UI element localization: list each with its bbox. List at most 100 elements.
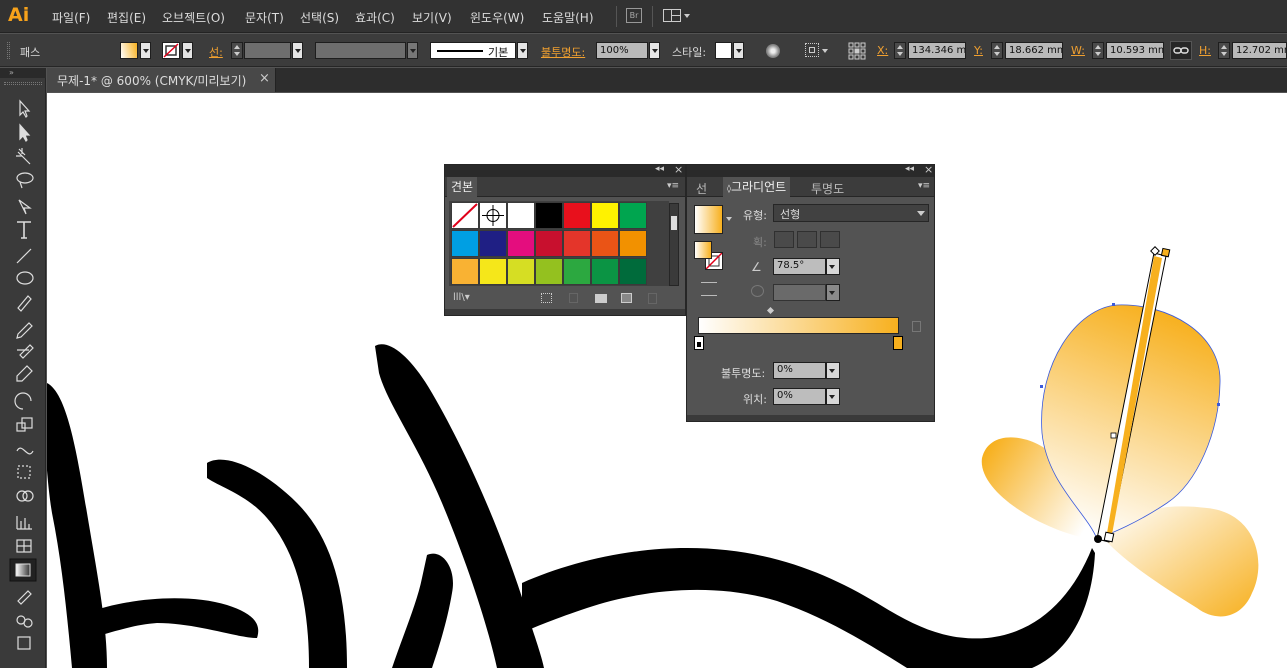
color-stop-end[interactable] bbox=[893, 336, 903, 350]
bridge-icon[interactable]: Br bbox=[626, 8, 642, 23]
swatch-green[interactable] bbox=[619, 202, 647, 229]
width-field[interactable]: 10.593 mm bbox=[1106, 42, 1164, 59]
width-icon[interactable] bbox=[14, 440, 36, 460]
fill-stroke-swatches[interactable] bbox=[694, 241, 726, 273]
close-icon[interactable]: × bbox=[259, 71, 270, 86]
constrain-proportions-icon[interactable] bbox=[1170, 41, 1192, 60]
align-to-selection-icon[interactable] bbox=[805, 43, 819, 57]
swatch-cyan[interactable] bbox=[451, 230, 479, 257]
x-label[interactable]: X: bbox=[877, 44, 888, 57]
gradient-slider[interactable] bbox=[698, 317, 899, 334]
style-swatch[interactable] bbox=[715, 42, 732, 59]
stroke-weight-spinner[interactable] bbox=[231, 42, 243, 59]
y-label[interactable]: Y: bbox=[974, 44, 983, 57]
tab-transparency[interactable]: 투명도 bbox=[811, 180, 844, 197]
fill-swatch[interactable] bbox=[120, 42, 138, 59]
distribute-icon[interactable] bbox=[701, 282, 717, 296]
stop-opacity-field[interactable]: 0% bbox=[773, 362, 826, 379]
x-field[interactable]: 134.346 mm bbox=[908, 42, 966, 59]
opacity-field[interactable]: 100% bbox=[596, 42, 648, 59]
ellipse-icon[interactable] bbox=[14, 268, 36, 288]
midpoint-diamond-icon[interactable] bbox=[766, 306, 775, 315]
blob-brush-icon[interactable] bbox=[14, 344, 36, 364]
direct-selection-icon[interactable] bbox=[14, 122, 36, 142]
blend-icon[interactable] bbox=[14, 612, 36, 632]
paintbrush-icon[interactable] bbox=[14, 294, 36, 314]
scale-icon[interactable] bbox=[14, 416, 36, 436]
opacity-dropdown[interactable] bbox=[649, 42, 660, 59]
chevron-down-icon[interactable] bbox=[684, 14, 690, 18]
x-spinner[interactable] bbox=[894, 42, 906, 59]
new-color-group-icon[interactable] bbox=[595, 294, 607, 303]
type-icon[interactable] bbox=[14, 220, 36, 240]
gradient-type-select[interactable]: 선형 bbox=[773, 204, 929, 222]
swatch-yellow[interactable] bbox=[591, 202, 619, 229]
panel-menu-icon[interactable]: ▾≡ bbox=[667, 181, 679, 191]
swatch-yellow-green[interactable] bbox=[535, 258, 563, 285]
magic-wand-icon[interactable] bbox=[14, 146, 36, 166]
stroke-weight-field[interactable] bbox=[244, 42, 291, 59]
variable-width-profile[interactable] bbox=[315, 42, 406, 59]
symbol-sprayer-icon[interactable] bbox=[14, 634, 36, 654]
swatch-dark-green[interactable] bbox=[619, 258, 647, 285]
stroke-none-swatch[interactable] bbox=[162, 42, 180, 59]
pen-icon[interactable] bbox=[14, 196, 36, 216]
swatch-white[interactable] bbox=[507, 202, 535, 229]
swatch-lime[interactable] bbox=[507, 258, 535, 285]
stop-location-field[interactable]: 0% bbox=[773, 388, 826, 405]
menu-object[interactable]: 오브젝트(O) bbox=[162, 9, 225, 26]
collapse-icon[interactable]: ◂◂ bbox=[905, 164, 914, 174]
menu-edit[interactable]: 편집(E) bbox=[107, 9, 146, 26]
tab-swatches[interactable]: 견본 bbox=[447, 177, 478, 197]
gradient-preview-swatch[interactable] bbox=[694, 205, 723, 234]
swatch-libraries-icon[interactable]: lll\▾ bbox=[453, 292, 470, 303]
stroke-within-button[interactable] bbox=[774, 231, 794, 248]
swatch-crimson[interactable] bbox=[535, 230, 563, 257]
swatch-grass[interactable] bbox=[563, 258, 591, 285]
selection-icon[interactable] bbox=[14, 98, 36, 118]
swatch-registration[interactable] bbox=[479, 202, 507, 229]
swatch-magenta[interactable] bbox=[507, 230, 535, 257]
new-swatch-icon[interactable] bbox=[621, 293, 632, 303]
tab-gradient[interactable]: ◊그라디언트 bbox=[723, 177, 791, 197]
opacity-label[interactable]: 불투명도: bbox=[541, 44, 585, 60]
y-spinner[interactable] bbox=[991, 42, 1003, 59]
stroke-dropdown[interactable] bbox=[182, 42, 193, 59]
stop-location-dropdown[interactable] bbox=[826, 388, 840, 405]
arrange-documents-icon[interactable] bbox=[663, 9, 681, 22]
angle-field[interactable]: 78.5° bbox=[773, 258, 826, 275]
swatch-none[interactable] bbox=[451, 202, 479, 229]
menu-help[interactable]: 도움말(H) bbox=[542, 9, 594, 26]
swatch-black[interactable] bbox=[535, 202, 563, 229]
chevron-down-icon[interactable] bbox=[822, 49, 828, 53]
menu-window[interactable]: 윈도우(W) bbox=[470, 9, 524, 26]
show-swatch-kinds-icon[interactable] bbox=[541, 293, 552, 303]
collapse-icon[interactable]: ◂◂ bbox=[655, 164, 664, 174]
free-transform-icon[interactable] bbox=[14, 464, 36, 484]
swatch-navy[interactable] bbox=[479, 230, 507, 257]
graph-icon[interactable] bbox=[14, 512, 36, 532]
eyedropper-icon[interactable] bbox=[14, 588, 36, 608]
mesh-icon[interactable] bbox=[14, 536, 36, 556]
close-icon[interactable]: × bbox=[674, 163, 683, 176]
color-stop-start[interactable] bbox=[694, 336, 704, 350]
stop-opacity-dropdown[interactable] bbox=[826, 362, 840, 379]
menu-effect[interactable]: 효과(C) bbox=[355, 9, 395, 26]
swatch-options-icon[interactable] bbox=[569, 293, 578, 303]
menu-view[interactable]: 보기(V) bbox=[412, 9, 452, 26]
stroke-label[interactable]: 선: bbox=[209, 44, 223, 60]
rotate-icon[interactable] bbox=[14, 392, 36, 412]
angle-dropdown[interactable] bbox=[826, 258, 840, 275]
height-field[interactable]: 12.702 mm bbox=[1232, 42, 1287, 59]
shape-builder-icon[interactable] bbox=[14, 486, 36, 506]
menu-file[interactable]: 파일(F) bbox=[52, 9, 90, 26]
width-label[interactable]: W: bbox=[1071, 44, 1085, 57]
stroke-along-button[interactable] bbox=[797, 231, 817, 248]
height-spinner[interactable] bbox=[1218, 42, 1230, 59]
chevron-down-icon[interactable] bbox=[726, 217, 732, 221]
swatch-vermilion[interactable] bbox=[563, 230, 591, 257]
height-label[interactable]: H: bbox=[1199, 44, 1211, 57]
lasso-icon[interactable] bbox=[14, 170, 36, 190]
swatch-orange-red[interactable] bbox=[591, 230, 619, 257]
y-field[interactable]: 18.662 mm bbox=[1005, 42, 1063, 59]
